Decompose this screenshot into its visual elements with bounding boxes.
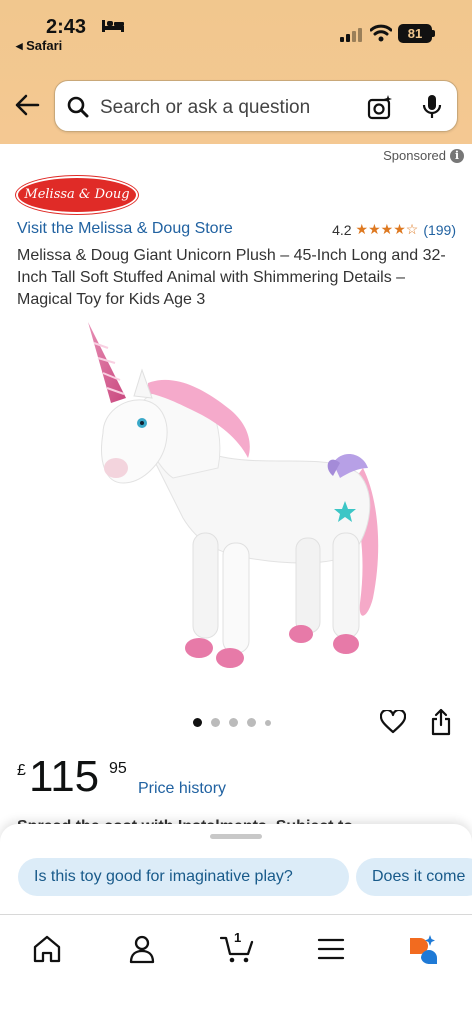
status-time: 2:43 xyxy=(46,16,87,38)
price-fraction: 95 xyxy=(109,760,127,777)
price-whole: 115 xyxy=(29,752,100,801)
suggestion-chip[interactable]: Does it come xyxy=(356,858,472,896)
suggestion-chip[interactable]: Is this toy good for imaginative play? xyxy=(18,858,349,896)
divider xyxy=(0,914,472,915)
wifi-icon xyxy=(370,24,392,42)
search-input[interactable]: Search or ask a question xyxy=(100,97,310,119)
ai-assistant-icon[interactable] xyxy=(406,934,440,964)
back-to-safari[interactable]: ◂ Safari xyxy=(16,38,62,54)
carousel-dot-5[interactable] xyxy=(265,719,271,726)
bottom-sheet: Is this toy good for imaginative play? D… xyxy=(0,824,472,1024)
brand-logo[interactable]: Melissa & Doug xyxy=(18,178,136,212)
rating-count[interactable]: (199) xyxy=(423,222,456,238)
share-icon[interactable] xyxy=(430,708,452,736)
price-currency: £ xyxy=(17,762,26,779)
sponsored-text: Sponsored xyxy=(383,148,446,163)
camera-search-icon[interactable] xyxy=(367,94,393,120)
sponsored-label[interactable]: Sponsored i xyxy=(383,148,464,163)
wishlist-heart-icon[interactable] xyxy=(380,710,406,734)
sheet-drag-handle[interactable] xyxy=(210,834,262,839)
carousel-dot-1[interactable] xyxy=(193,718,202,727)
account-icon[interactable] xyxy=(127,934,157,964)
battery-cap xyxy=(432,30,435,37)
menu-icon[interactable] xyxy=(316,934,346,964)
carousel-dot-2[interactable] xyxy=(211,718,220,727)
sleep-focus-icon xyxy=(102,20,124,32)
image-carousel-indicator[interactable] xyxy=(193,718,271,727)
carousel-dot-4[interactable] xyxy=(247,718,256,727)
carousel-dot-3[interactable] xyxy=(229,718,238,727)
battery-indicator: 81 xyxy=(398,24,432,43)
info-icon[interactable]: i xyxy=(450,148,464,163)
product-image[interactable] xyxy=(78,318,388,678)
product-title: Melissa & Doug Giant Unicorn Plush – 45-… xyxy=(17,247,446,308)
microphone-icon[interactable] xyxy=(421,94,443,120)
cart-count-badge: 1 xyxy=(234,930,242,945)
status-bar: 2:43 ◂ Safari 81 xyxy=(0,0,472,60)
header: 2:43 ◂ Safari 81 Search or ask a questio… xyxy=(0,0,472,144)
rating-summary[interactable]: 4.2 ★★★★☆ (199) xyxy=(332,221,456,238)
star-rating-icon: ★★★★☆ xyxy=(355,221,419,237)
search-bar[interactable]: Search or ask a question xyxy=(54,80,458,132)
search-icon xyxy=(67,96,89,118)
home-icon[interactable] xyxy=(32,934,62,964)
price-history-link[interactable]: Price history xyxy=(138,780,226,798)
brand-logo-text: Melissa & Doug xyxy=(24,187,130,202)
signal-icon xyxy=(340,28,362,42)
store-link[interactable]: Visit the Melissa & Doug Store xyxy=(17,220,233,238)
back-arrow-icon[interactable] xyxy=(14,92,40,118)
rating-value: 4.2 xyxy=(332,221,352,238)
